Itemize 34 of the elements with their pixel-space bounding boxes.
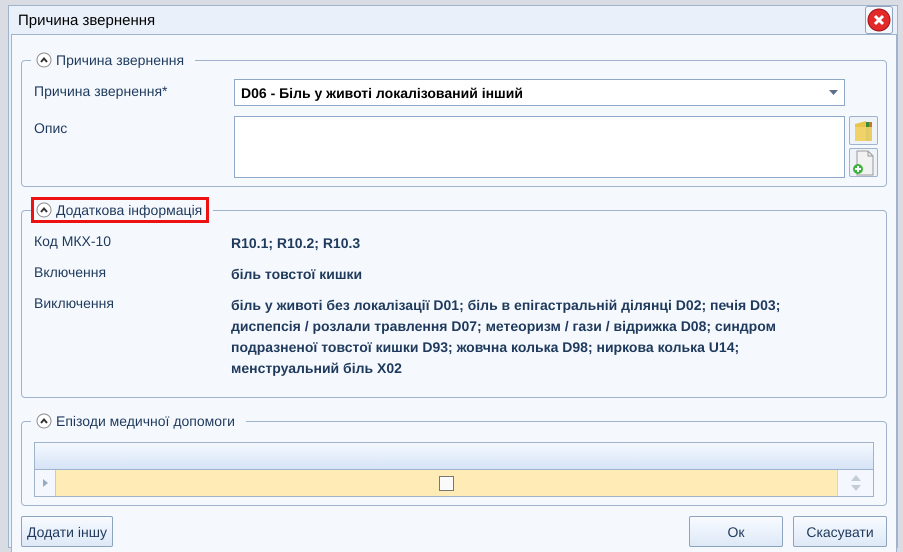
section-title: Епізоди медичної допомоги: [56, 413, 235, 429]
dropdown-arrow-icon: [829, 90, 838, 95]
cancel-button[interactable]: Скасувати: [793, 516, 887, 547]
info-value: біль товстої кишки: [231, 265, 364, 284]
collapse-icon: [36, 413, 52, 429]
section-title: Причина звернення: [56, 52, 184, 68]
checkbox[interactable]: [439, 476, 454, 490]
info-value: R10.1; R10.2; R10.3: [231, 234, 362, 253]
field-label: Опис: [34, 119, 68, 136]
folder-icon: [852, 118, 874, 142]
description-field[interactable]: [234, 116, 845, 178]
add-another-button[interactable]: Додати іншу: [21, 516, 113, 547]
row-indicator-icon: [42, 479, 48, 487]
info-label: Виключення: [34, 295, 115, 313]
add-document-button[interactable]: [849, 148, 878, 177]
reason-dropdown[interactable]: D06 - Біль у животі локалізований інший: [234, 79, 845, 106]
add-document-icon: [852, 150, 876, 176]
ok-button[interactable]: Ок: [689, 516, 783, 547]
field-label: Причина звернення*: [34, 82, 168, 99]
section-header[interactable]: Причина звернення: [31, 47, 192, 73]
close-button[interactable]: [865, 6, 893, 34]
scroll-arrows-icon: [850, 473, 862, 493]
info-label: Включення: [34, 264, 108, 282]
window-title: Причина звернення: [18, 12, 156, 28]
info-value: біль у животі без локалізації D01; біль в епігастральній ділянці D02; печія D03; диспепсія / розлали травлення D07; метеоризм / гази / відрижка D08; синдром подразненої товстої кишки D93; жовчна колька D98; ниркова колька U14; менструальний біль X02: [231, 296, 782, 378]
section-header[interactable]: Епізоди медичної допомоги: [31, 408, 242, 434]
collapse-icon: [36, 202, 52, 218]
folder-button[interactable]: [849, 116, 878, 145]
section-title: Додаткова інформація: [56, 202, 202, 218]
close-icon: [867, 8, 891, 32]
scrollbar[interactable]: [837, 470, 873, 496]
collapse-icon: [36, 52, 52, 68]
section-header[interactable]: Додаткова інформація: [31, 197, 210, 223]
info-label: Код МКХ-10: [34, 233, 112, 251]
